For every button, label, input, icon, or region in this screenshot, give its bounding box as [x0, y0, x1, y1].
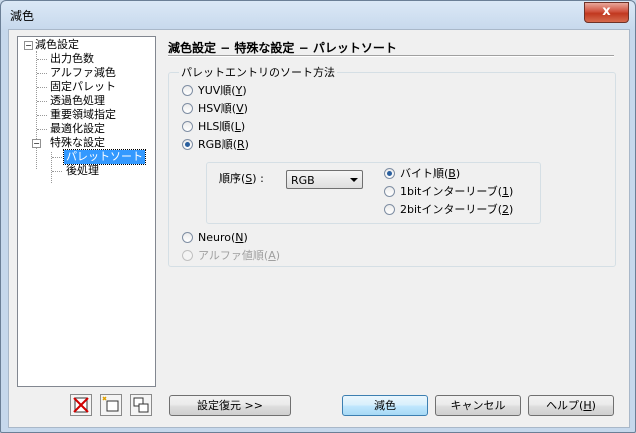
radio-dot-selected[interactable] — [182, 139, 193, 150]
radio-dot[interactable] — [384, 186, 395, 197]
chevron-down-icon — [350, 178, 358, 182]
tree-item[interactable]: 最適化設定 — [50, 122, 105, 136]
radio-dot-selected[interactable] — [384, 168, 395, 179]
settings-tree[interactable]: − 減色設定 出力色数 アルファ減色 固定パレット 透過色処理 重要領域指定 最… — [17, 36, 156, 387]
title-bar: 減色 x — [1, 1, 635, 29]
tree-item[interactable]: 重要領域指定 — [50, 108, 116, 122]
restore-settings-button[interactable]: 設定復元 >> — [169, 395, 291, 416]
tree-item-palette-sort[interactable]: パレットソート — [63, 149, 146, 165]
radio-dot[interactable] — [182, 121, 193, 132]
group-label: パレットエントリのソート方法 — [179, 64, 337, 80]
window-title: 減色 — [10, 9, 35, 23]
tree-item-special[interactable]: 特殊な設定 — [50, 136, 105, 150]
tree-item[interactable]: 透過色処理 — [50, 94, 105, 108]
tree-item-root[interactable]: 減色設定 — [35, 38, 79, 52]
tree-collapse-icon[interactable]: − — [32, 139, 41, 148]
radio-dot — [182, 250, 193, 261]
radio-dot[interactable] — [182, 232, 193, 243]
tree-item[interactable]: 固定パレット — [50, 80, 116, 94]
help-button[interactable]: ヘルプ(H) — [528, 395, 614, 416]
new-folder-icon[interactable] — [100, 394, 122, 416]
copy-tree-icon[interactable] — [130, 394, 152, 416]
order-select-value: RGB — [291, 174, 315, 187]
delete-icon[interactable] — [70, 394, 92, 416]
panel-title: 減色設定 − 特殊な設定 − パレットソート — [168, 41, 397, 55]
order-label: 順序(S) : — [219, 172, 264, 185]
radio-dot[interactable] — [182, 85, 193, 96]
dialog-window: 減色 x − 減色設定 出力色数 アルファ減色 固定パレット 透過色処理 重要領… — [0, 0, 636, 433]
order-select[interactable]: RGB — [286, 170, 363, 189]
radio-dot[interactable] — [182, 103, 193, 114]
close-button[interactable]: x — [584, 2, 629, 23]
radio-dot[interactable] — [384, 204, 395, 215]
cancel-button[interactable]: キャンセル — [435, 395, 521, 416]
tree-item[interactable]: 出力色数 — [50, 52, 94, 66]
dialog-client-area: − 減色設定 出力色数 アルファ減色 固定パレット 透過色処理 重要領域指定 最… — [8, 29, 630, 428]
tree-item-post-process[interactable]: 後処理 — [66, 164, 99, 178]
ok-button[interactable]: 減色 — [342, 395, 428, 416]
tree-collapse-icon[interactable]: − — [24, 41, 33, 50]
divider — [168, 55, 614, 57]
tree-item[interactable]: アルファ減色 — [50, 66, 116, 80]
